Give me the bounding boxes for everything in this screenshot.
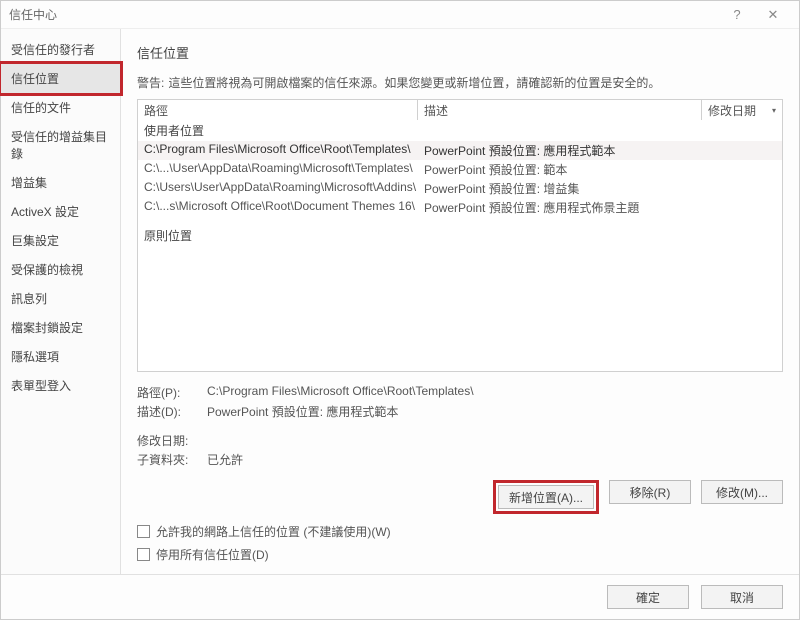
column-desc[interactable]: 描述	[418, 100, 702, 121]
sidebar: 受信任的發行者 信任位置 信任的文件 受信任的增益集目錄 增益集 ActiveX…	[1, 29, 121, 574]
sidebar-item-addins[interactable]: 增益集	[1, 168, 120, 197]
table-row[interactable]: C:\...s\Microsoft Office\Root\Document T…	[138, 198, 782, 217]
sidebar-item-trusted-addin-catalogs[interactable]: 受信任的增益集目錄	[1, 122, 120, 168]
main-panel: 信任位置 警告:這些位置將視為可開啟檔案的信任來源。如果您變更或新增位置，請確認…	[121, 29, 799, 574]
cancel-button[interactable]: 取消	[701, 585, 783, 609]
cell-path: C:\...\User\AppData\Roaming\Microsoft\Te…	[138, 161, 418, 178]
ok-button[interactable]: 確定	[607, 585, 689, 609]
modify-button[interactable]: 修改(M)...	[701, 480, 783, 504]
cell-path: C:\Users\User\AppData\Roaming\Microsoft\…	[138, 180, 418, 197]
close-icon[interactable]: ✕	[755, 7, 791, 23]
allow-network-label: 允許我的網路上信任的位置 (不建議使用)(W)	[156, 523, 391, 540]
help-icon[interactable]: ?	[719, 7, 755, 22]
titlebar: 信任中心 ? ✕	[1, 1, 799, 29]
detail-panel: 路徑(P):C:\Program Files\Microsoft Office\…	[137, 382, 783, 470]
warning-text: 警告:這些位置將視為可開啟檔案的信任來源。如果您變更或新增位置，請確認新的位置是…	[137, 74, 783, 91]
table-row[interactable]: C:\Users\User\AppData\Roaming\Microsoft\…	[138, 179, 782, 198]
allow-network-checkbox[interactable]: 允許我的網路上信任的位置 (不建議使用)(W)	[137, 523, 783, 540]
warning-label: 警告:	[137, 76, 164, 90]
checkbox-icon	[137, 548, 150, 561]
sidebar-item-form-login[interactable]: 表單型登入	[1, 371, 120, 400]
table-row[interactable]: C:\Program Files\Microsoft Office\Root\T…	[138, 141, 782, 160]
cell-path: C:\...s\Microsoft Office\Root\Document T…	[138, 199, 418, 216]
disable-all-label: 停用所有信任位置(D)	[156, 546, 269, 563]
sidebar-item-macro-settings[interactable]: 巨集設定	[1, 226, 120, 255]
disable-all-checkbox[interactable]: 停用所有信任位置(D)	[137, 546, 783, 563]
action-buttons: 新增位置(A)... 移除(R) 修改(M)...	[137, 480, 783, 514]
checkbox-icon	[137, 525, 150, 538]
cell-desc: PowerPoint 預設位置: 應用程式範本	[418, 142, 782, 159]
cell-desc: PowerPoint 預設位置: 應用程式佈景主題	[418, 199, 782, 216]
cell-path: C:\Program Files\Microsoft Office\Root\T…	[138, 142, 418, 159]
detail-desc-value: PowerPoint 預設位置: 應用程式範本	[207, 403, 398, 420]
detail-subfolder-value: 已允許	[207, 451, 243, 468]
sidebar-item-message-bar[interactable]: 訊息列	[1, 284, 120, 313]
column-date[interactable]: 修改日期▾	[702, 100, 782, 121]
sidebar-item-trusted-documents[interactable]: 信任的文件	[1, 93, 120, 122]
locations-table: 路徑 描述 修改日期▾ 使用者位置 C:\Program Files\Micro…	[137, 99, 783, 372]
sidebar-item-file-block[interactable]: 檔案封鎖設定	[1, 313, 120, 342]
detail-path-value: C:\Program Files\Microsoft Office\Root\T…	[207, 384, 474, 401]
detail-subfolder-label: 子資料夾:	[137, 451, 207, 468]
table-body: 使用者位置 C:\Program Files\Microsoft Office\…	[138, 120, 782, 371]
page-title: 信任位置	[137, 43, 783, 62]
sort-dropdown-icon: ▾	[772, 106, 776, 115]
table-header: 路徑 描述 修改日期▾	[138, 100, 782, 120]
add-location-button[interactable]: 新增位置(A)...	[498, 485, 594, 509]
sidebar-item-privacy-options[interactable]: 隱私選項	[1, 342, 120, 371]
window-title: 信任中心	[9, 6, 719, 23]
cell-desc: PowerPoint 預設位置: 增益集	[418, 180, 782, 197]
sidebar-item-activex-settings[interactable]: ActiveX 設定	[1, 197, 120, 226]
remove-button[interactable]: 移除(R)	[609, 480, 691, 504]
detail-path-label: 路徑(P):	[137, 384, 207, 401]
trust-center-window: 信任中心 ? ✕ 受信任的發行者 信任位置 信任的文件 受信任的增益集目錄 增益…	[0, 0, 800, 620]
detail-desc-label: 描述(D):	[137, 403, 207, 420]
column-path[interactable]: 路徑	[138, 100, 418, 121]
sidebar-item-protected-view[interactable]: 受保護的檢視	[1, 255, 120, 284]
section-policy-locations: 原則位置	[138, 225, 782, 246]
section-user-locations: 使用者位置	[138, 120, 782, 141]
cell-desc: PowerPoint 預設位置: 範本	[418, 161, 782, 178]
detail-moddate-label: 修改日期:	[137, 432, 207, 449]
sidebar-item-trusted-locations[interactable]: 信任位置	[1, 64, 120, 93]
table-row[interactable]: C:\...\User\AppData\Roaming\Microsoft\Te…	[138, 160, 782, 179]
body: 受信任的發行者 信任位置 信任的文件 受信任的增益集目錄 增益集 ActiveX…	[1, 29, 799, 574]
dialog-footer: 確定 取消	[1, 574, 799, 619]
sidebar-item-trusted-publishers[interactable]: 受信任的發行者	[1, 35, 120, 64]
